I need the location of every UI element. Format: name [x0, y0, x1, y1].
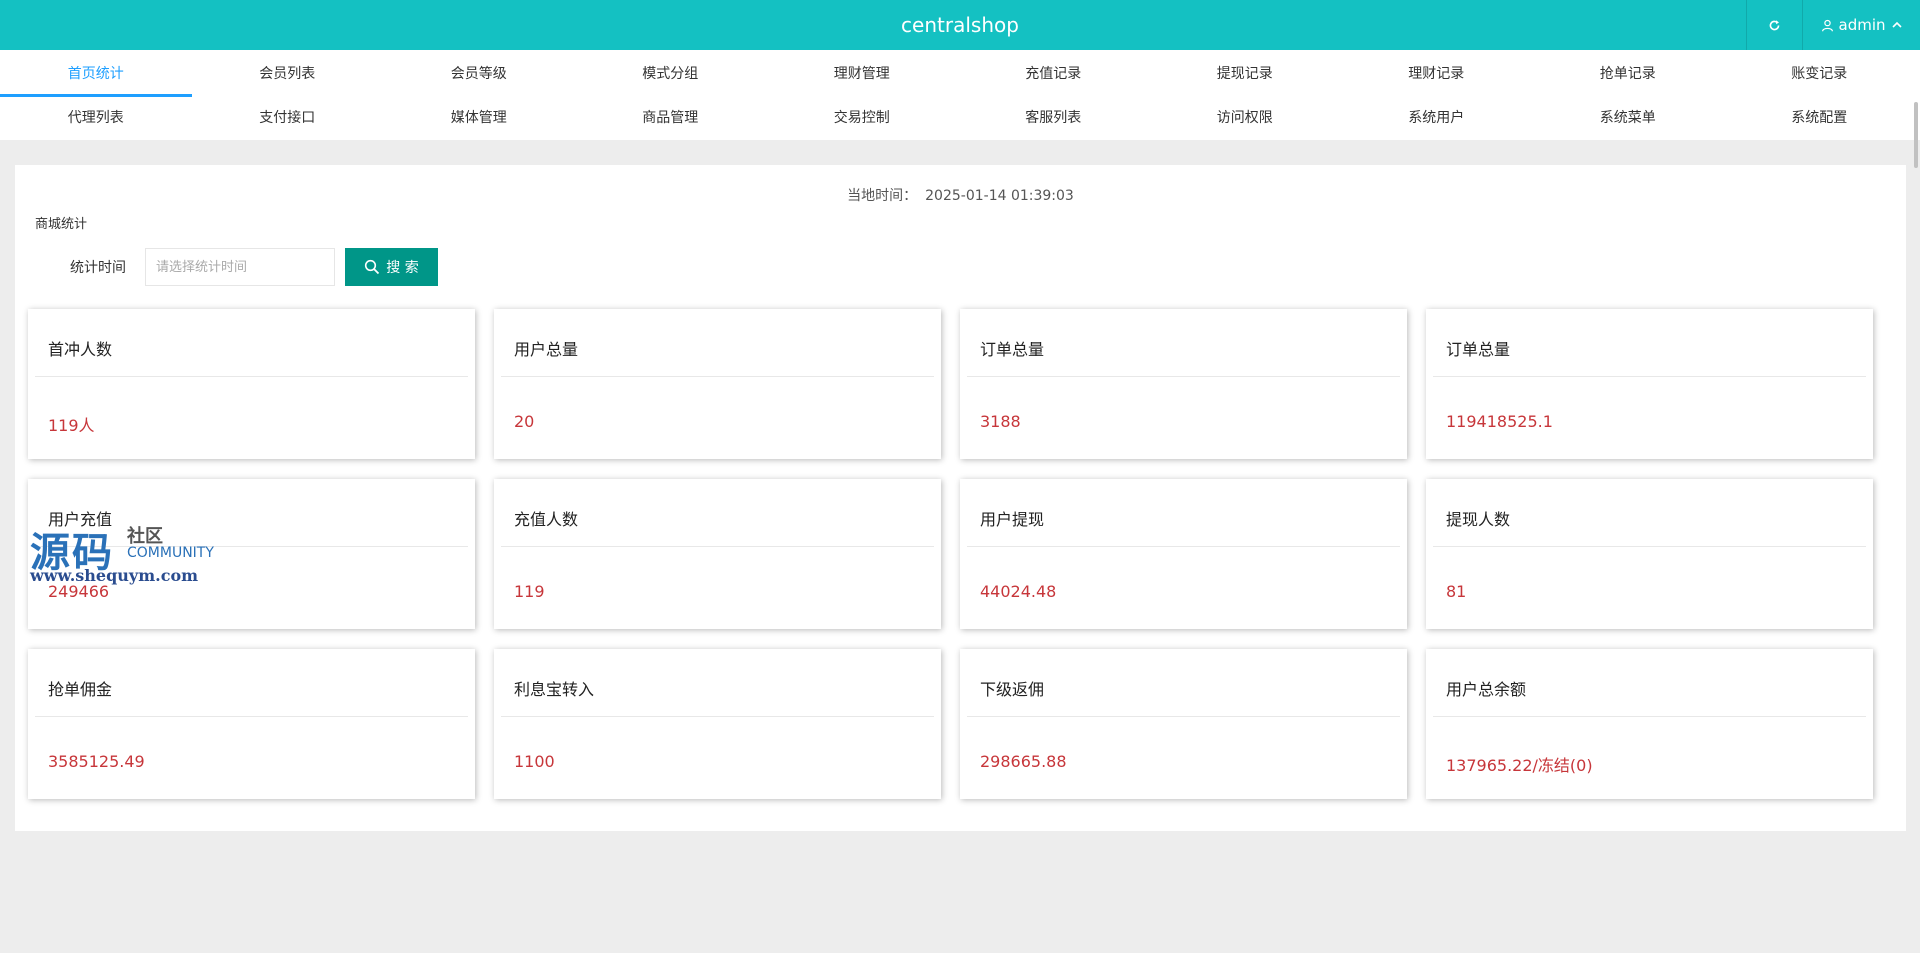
- stat-card-total-users: 用户总量 20: [494, 309, 941, 459]
- search-button[interactable]: 搜 索: [345, 248, 438, 286]
- stat-card-value: 3585125.49: [48, 752, 145, 771]
- tab-finance-manage[interactable]: 理财管理: [766, 50, 958, 97]
- card-divider: [501, 716, 934, 717]
- tab-media-manage[interactable]: 媒体管理: [383, 97, 575, 140]
- stat-card-value: 298665.88: [980, 752, 1067, 771]
- top-header: centralshop admin: [0, 0, 1920, 50]
- stat-card-title: 提现人数: [1446, 510, 1511, 529]
- watermark-url-text: www.shequym.com: [30, 566, 199, 585]
- stat-card-total-orders: 订单总量 3188: [960, 309, 1407, 459]
- tab-system-config[interactable]: 系统配置: [1724, 97, 1916, 140]
- stat-card-title: 充值人数: [514, 510, 579, 529]
- card-divider: [35, 376, 468, 377]
- stat-card-total-order-amount: 订单总量 119418525.1: [1426, 309, 1873, 459]
- card-divider: [1433, 546, 1866, 547]
- stat-card-first-charge-users: 首冲人数 119人: [28, 309, 475, 459]
- tab-mode-group[interactable]: 模式分组: [575, 50, 767, 97]
- stats-time-input[interactable]: [145, 248, 335, 286]
- stat-card-title: 抢单佣金: [48, 680, 113, 699]
- main-nav: 首页统计 会员列表 会员等级 模式分组 理财管理 充值记录 提现记录 理财记录 …: [0, 50, 1920, 168]
- stats-panel: 当地时间： 2025-01-14 01:39:03 商城统计 统计时间 搜 索 首…: [15, 165, 1906, 831]
- tab-recharge-records[interactable]: 充值记录: [958, 50, 1150, 97]
- chevron-up-icon: [1891, 21, 1902, 28]
- stat-card-recharge-users: 充值人数 119: [494, 479, 941, 629]
- stat-card-interest-transfer: 利息宝转入 1100: [494, 649, 941, 799]
- refresh-icon: [1769, 19, 1780, 30]
- card-divider: [35, 716, 468, 717]
- header-actions: admin: [1746, 0, 1920, 50]
- stat-card-title: 订单总量: [1446, 340, 1511, 359]
- app-title: centralshop: [901, 13, 1019, 37]
- local-time-label: 当地时间：: [847, 188, 918, 204]
- search-icon: [365, 259, 380, 275]
- tab-finance-records[interactable]: 理财记录: [1341, 50, 1533, 97]
- stat-card-title: 用户提现: [980, 510, 1045, 529]
- stat-cards: 首冲人数 119人 用户总量 20 订单总量 3188 订单总量 1194185…: [28, 309, 1873, 799]
- card-divider: [1433, 716, 1866, 717]
- stat-card-value: 137965.22/冻结(0): [1446, 756, 1593, 775]
- tab-access-permission[interactable]: 访问权限: [1149, 97, 1341, 140]
- card-divider: [1433, 376, 1866, 377]
- user-icon: [1821, 19, 1833, 31]
- tab-agent-list[interactable]: 代理列表: [0, 97, 192, 140]
- stat-card-sub-rebate: 下级返佣 298665.88: [960, 649, 1407, 799]
- stats-filter: 统计时间 搜 索: [70, 248, 438, 286]
- tab-system-users[interactable]: 系统用户: [1341, 97, 1533, 140]
- stat-card-value: 119418525.1: [1446, 412, 1553, 431]
- section-title: 商城统计: [35, 217, 88, 232]
- stat-card-user-withdraw: 用户提现 44024.48: [960, 479, 1407, 629]
- nav-row-1: 首页统计 会员列表 会员等级 模式分组 理财管理 充值记录 提现记录 理财记录 …: [0, 50, 1915, 97]
- stat-card-title: 首冲人数: [48, 340, 113, 359]
- tab-system-menu[interactable]: 系统菜单: [1532, 97, 1724, 140]
- stat-card-title: 用户总余额: [1446, 680, 1527, 699]
- tab-home-stats[interactable]: 首页统计: [0, 50, 192, 97]
- stat-card-value: 1100: [514, 752, 555, 771]
- refresh-button[interactable]: [1746, 0, 1802, 50]
- stat-card-title: 订单总量: [980, 340, 1045, 359]
- tab-withdraw-records[interactable]: 提现记录: [1149, 50, 1341, 97]
- watermark-community-text: COMMUNITY: [127, 545, 214, 561]
- username: admin: [1838, 16, 1886, 34]
- tab-service-list[interactable]: 客服列表: [958, 97, 1150, 140]
- scrollbar-thumb[interactable]: [1914, 102, 1918, 168]
- tab-member-list[interactable]: 会员列表: [192, 50, 384, 97]
- stat-card-title: 利息宝转入: [514, 680, 595, 699]
- stat-card-value: 20: [514, 412, 535, 431]
- local-time-value: 2025-01-14 01:39:03: [925, 188, 1074, 204]
- stat-card-title: 用户总量: [514, 340, 579, 359]
- tab-payment-interface[interactable]: 支付接口: [192, 97, 384, 140]
- tab-trade-control[interactable]: 交易控制: [766, 97, 958, 140]
- tab-grab-order-records[interactable]: 抢单记录: [1532, 50, 1724, 97]
- stat-card-value: 119: [514, 582, 545, 601]
- stat-card-value: 119人: [48, 416, 95, 435]
- card-divider: [501, 376, 934, 377]
- stat-card-title: 下级返佣: [980, 680, 1045, 699]
- user-menu[interactable]: admin: [1802, 0, 1920, 50]
- stat-card-value: 44024.48: [980, 582, 1057, 601]
- nav-row-2: 代理列表 支付接口 媒体管理 商品管理 交易控制 客服列表 访问权限 系统用户 …: [0, 97, 1915, 140]
- card-divider: [501, 546, 934, 547]
- card-divider: [967, 546, 1400, 547]
- stat-card-grab-commission: 抢单佣金 3585125.49: [28, 649, 475, 799]
- stat-card-total-balance: 用户总余额 137965.22/冻结(0): [1426, 649, 1873, 799]
- tab-account-change-records[interactable]: 账变记录: [1724, 50, 1916, 97]
- watermark-logo: 源码 社区 COMMUNITY www.shequym.com: [30, 518, 230, 588]
- tab-product-manage[interactable]: 商品管理: [575, 97, 767, 140]
- stat-card-withdraw-users: 提现人数 81: [1426, 479, 1873, 629]
- card-divider: [967, 716, 1400, 717]
- filter-label: 统计时间: [70, 260, 126, 276]
- search-button-label: 搜 索: [386, 260, 419, 276]
- local-time: 当地时间： 2025-01-14 01:39:03: [15, 185, 1906, 205]
- tab-member-level[interactable]: 会员等级: [383, 50, 575, 97]
- card-divider: [967, 376, 1400, 377]
- stat-card-value: 3188: [980, 412, 1021, 431]
- stat-card-value: 81: [1446, 582, 1467, 601]
